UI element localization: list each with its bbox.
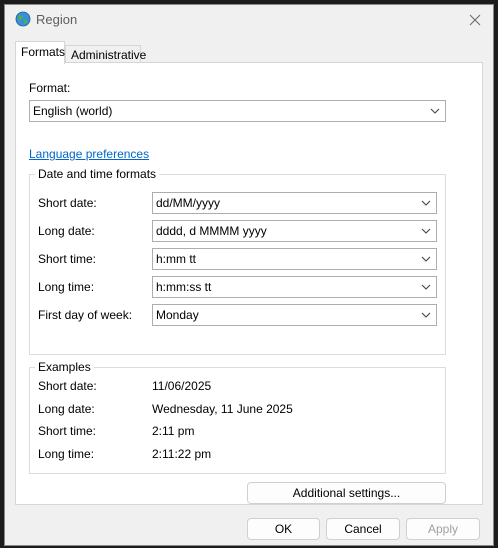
chevron-down-icon (421, 200, 431, 206)
globe-icon (15, 11, 31, 27)
apply-button[interactable]: Apply (406, 518, 480, 540)
chevron-down-icon (421, 228, 431, 234)
chevron-down-icon (421, 284, 431, 290)
additional-settings-button[interactable]: Additional settings... (247, 482, 446, 504)
short-date-value: dd/MM/yyyy (156, 196, 221, 210)
format-value: English (world) (33, 104, 113, 118)
tab-administrative-label: Administrative (71, 48, 147, 62)
format-label: Format: (29, 81, 71, 95)
example-short-time-value: 2:11 pm (152, 424, 195, 438)
window-title: Region (36, 12, 78, 27)
close-button[interactable] (465, 10, 485, 30)
example-long-date-label: Long date: (38, 402, 95, 416)
long-time-dropdown[interactable]: h:mm:ss tt (152, 276, 437, 298)
additional-settings-label: Additional settings... (292, 486, 401, 500)
long-time-value: h:mm:ss tt (156, 280, 212, 294)
long-time-label: Long time: (38, 280, 95, 294)
close-icon (469, 14, 481, 26)
short-date-dropdown[interactable]: dd/MM/yyyy (152, 192, 437, 214)
short-time-value: h:mm tt (156, 252, 197, 266)
example-long-time-label: Long time: (38, 447, 95, 461)
cancel-label: Cancel (344, 522, 382, 536)
first-day-of-week-dropdown[interactable]: Monday (152, 304, 437, 326)
short-time-dropdown[interactable]: h:mm tt (152, 248, 437, 270)
format-dropdown[interactable]: English (world) (29, 100, 446, 122)
first-day-of-week-label: First day of week: (38, 308, 133, 322)
chevron-down-icon (421, 256, 431, 262)
example-short-date-label: Short date: (38, 379, 97, 393)
ok-label: OK (274, 522, 293, 536)
long-date-dropdown[interactable]: dddd, d MMMM yyyy (152, 220, 437, 242)
long-date-label: Long date: (38, 224, 95, 238)
long-date-value: dddd, d MMMM yyyy (156, 224, 267, 238)
examples-group-title: Examples (38, 360, 91, 374)
example-short-date-value: 11/06/2025 (152, 379, 212, 393)
short-date-label: Short date: (38, 196, 97, 210)
chevron-down-icon (430, 108, 440, 114)
example-long-time-value: 2:11:22 pm (152, 447, 212, 461)
title-bar: Region (5, 5, 493, 35)
region-dialog: Region Formats Administrative Format: En… (4, 4, 494, 546)
language-preferences-link[interactable]: Language preferences (29, 147, 149, 161)
formats-panel: Format: English (world) Language prefere… (15, 62, 483, 505)
chevron-down-icon (421, 312, 431, 318)
tab-formats[interactable]: Formats (15, 41, 65, 64)
example-short-time-label: Short time: (38, 424, 97, 438)
example-long-date-value: Wednesday, 11 June 2025 (152, 402, 293, 416)
first-day-of-week-value: Monday (156, 308, 199, 322)
ok-button[interactable]: OK (247, 518, 320, 540)
date-time-group-title: Date and time formats (38, 167, 157, 181)
tab-formats-label: Formats (21, 45, 66, 59)
cancel-button[interactable]: Cancel (326, 518, 400, 540)
tab-administrative[interactable]: Administrative (65, 45, 146, 63)
apply-label: Apply (427, 522, 459, 536)
short-time-label: Short time: (38, 252, 97, 266)
